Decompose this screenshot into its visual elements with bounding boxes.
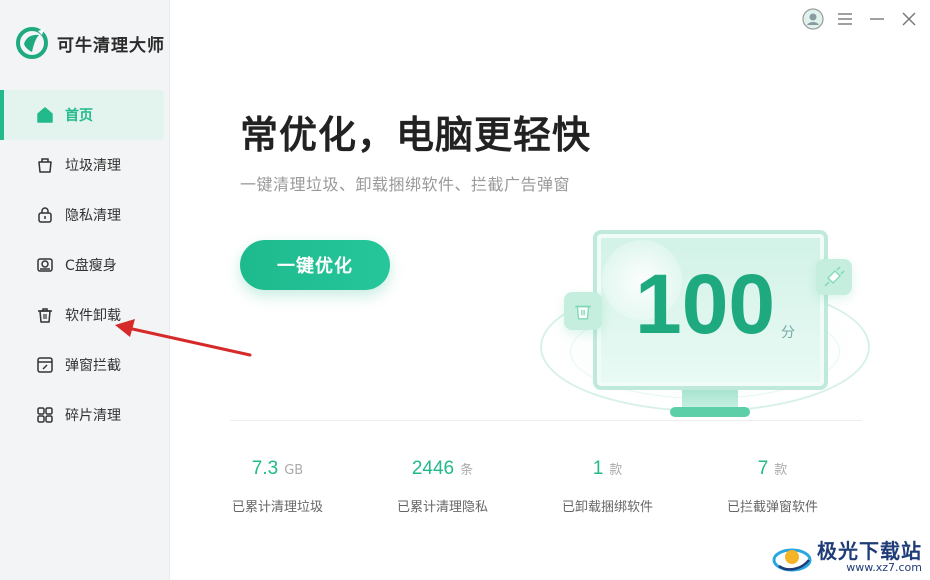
brand: 可牛清理大师 — [15, 26, 165, 60]
stat-label: 已累计清理垃圾 — [231, 500, 323, 515]
disk-icon — [35, 255, 55, 275]
floating-trash-icon — [564, 292, 602, 330]
sidebar-item-fragment-clean[interactable]: 碎片清理 — [0, 390, 170, 440]
watermark-url: www.xz7.com — [846, 561, 922, 575]
sidebar-item-label: 隐私清理 — [65, 208, 121, 224]
sidebar: 可牛清理大师 首页 垃圾清理 隐私清理 C盘瘦身 软件卸载 弹窗拦截 碎片清理 — [0, 0, 170, 580]
stat-label: 已卸载捆绑软件 — [561, 500, 653, 515]
sidebar-item-label: C盘瘦身 — [65, 258, 117, 274]
stat-bundled-uninstalled: 1 款 已卸载捆绑软件 — [525, 458, 690, 515]
score-illustration: 100 分 — [540, 222, 880, 422]
stat-value: 7.3 — [251, 458, 279, 479]
trash-icon — [35, 305, 55, 325]
bag-icon — [35, 155, 55, 175]
stat-popups-blocked: 7 款 已拦截弹窗软件 — [690, 458, 855, 515]
sidebar-item-junk-clean[interactable]: 垃圾清理 — [0, 140, 170, 190]
window-controls — [802, 8, 920, 30]
close-icon[interactable] — [898, 8, 920, 30]
watermark-title: 极光下载站 — [817, 539, 922, 564]
stat-junk-cleaned: 7.3 GB 已累计清理垃圾 — [195, 458, 360, 515]
menu-icon[interactable] — [834, 8, 856, 30]
stat-label: 已拦截弹窗软件 — [726, 500, 818, 515]
stat-value: 2446 — [411, 458, 455, 479]
stat-value: 1 — [592, 458, 604, 479]
stat-unit: GB — [284, 463, 304, 478]
sidebar-item-label: 首页 — [65, 108, 93, 124]
home-icon — [35, 105, 55, 125]
stat-unit: 条 — [460, 463, 474, 478]
annotation-arrow-icon — [115, 319, 252, 357]
sidebar-item-c-drive-slim[interactable]: C盘瘦身 — [0, 240, 170, 290]
stat-privacy-cleaned: 2446 条 已累计清理隐私 — [360, 458, 525, 515]
health-score: 100 — [635, 257, 776, 351]
health-score-unit: 分 — [781, 325, 795, 341]
watermark: 极光下载站 www.xz7.com — [771, 541, 922, 574]
stat-unit: 款 — [609, 463, 623, 478]
stat-label: 已累计清理隐私 — [396, 500, 488, 515]
minimize-icon[interactable] — [866, 8, 888, 30]
avatar-icon[interactable] — [802, 8, 824, 30]
monitor-base — [670, 407, 750, 417]
sidebar-item-privacy-clean[interactable]: 隐私清理 — [0, 190, 170, 240]
grid-icon — [35, 405, 55, 425]
divider — [230, 420, 862, 421]
sidebar-item-label: 碎片清理 — [65, 408, 121, 424]
sidebar-item-home[interactable]: 首页 — [0, 90, 164, 140]
page-headline: 常优化，电脑更轻快 — [240, 113, 592, 157]
floating-plug-icon — [816, 259, 852, 295]
page-subline: 一键清理垃圾、卸载捆绑软件、拦截广告弹窗 — [240, 175, 571, 194]
stat-value: 7 — [757, 458, 769, 479]
lock-icon — [35, 205, 55, 225]
app-name: 可牛清理大师 — [57, 35, 165, 56]
popup-block-icon — [35, 355, 55, 375]
app-logo-icon — [16, 27, 48, 59]
watermark-logo-icon — [772, 548, 812, 572]
one-click-optimize-button[interactable]: 一键优化 — [240, 240, 390, 290]
sidebar-nav: 首页 垃圾清理 隐私清理 C盘瘦身 软件卸载 弹窗拦截 碎片清理 — [0, 90, 170, 440]
stat-unit: 款 — [774, 463, 788, 478]
stats-row: 7.3 GB 已累计清理垃圾 2446 条 已累计清理隐私 1 款 已卸载捆绑软… — [195, 458, 855, 515]
sidebar-item-label: 垃圾清理 — [65, 158, 121, 174]
